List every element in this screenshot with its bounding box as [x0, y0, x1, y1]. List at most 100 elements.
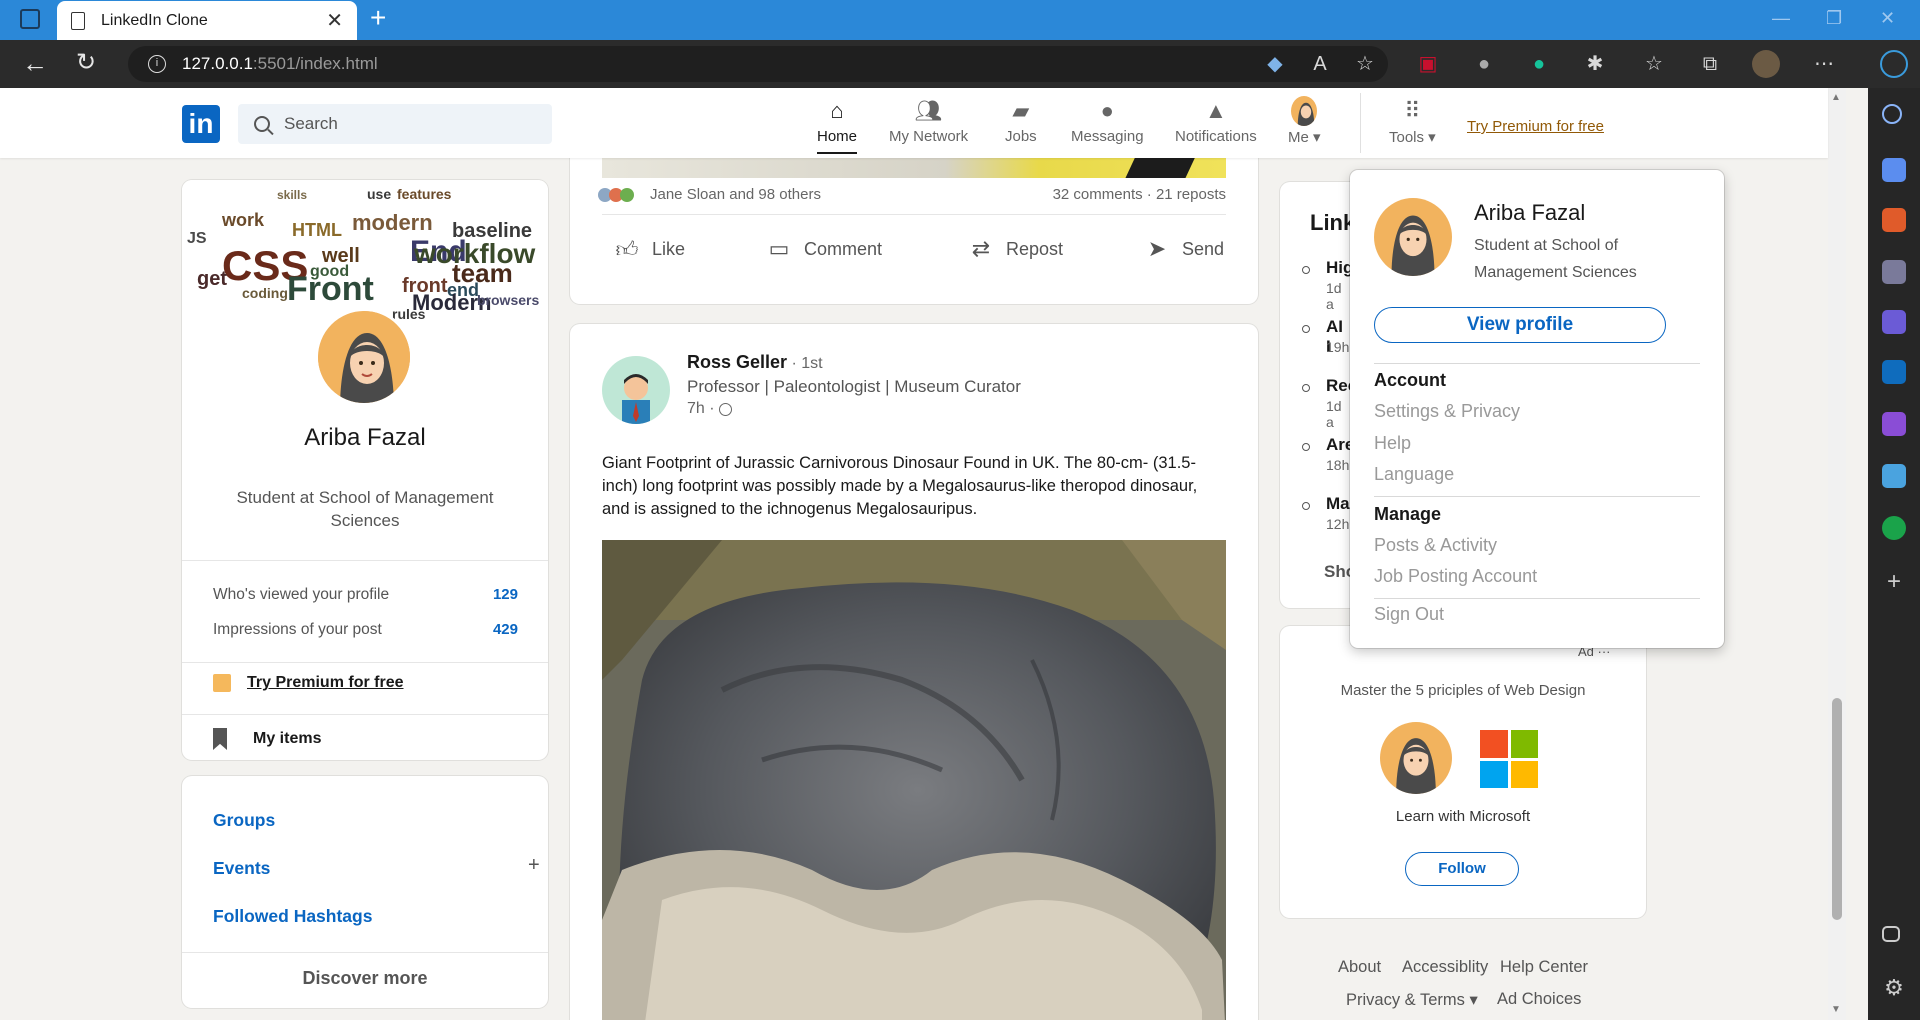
read-aloud-icon[interactable]: A [1308, 52, 1332, 76]
job-posting-account-link[interactable]: Job Posting Account [1374, 566, 1537, 587]
bing-icon[interactable] [1880, 50, 1908, 78]
send-button[interactable]: ➤ Send [1144, 236, 1224, 262]
stat-post-impressions[interactable]: Impressions of your post 429 [213, 621, 518, 639]
favorite-add-icon[interactable]: ☆ [1353, 52, 1377, 76]
reactions-summary[interactable]: Jane Sloan and 98 others [598, 186, 821, 203]
footer-accessibility-link[interactable]: Accessiblity [1402, 958, 1488, 977]
like-button[interactable]: 👍︎ Like [614, 236, 686, 262]
manage-heading: Manage [1374, 504, 1442, 524]
games-icon[interactable] [1882, 260, 1906, 284]
nav-jobs[interactable]: ▰ Jobs [1005, 98, 1037, 154]
groups-link[interactable]: Groups [213, 810, 275, 831]
tag-icon[interactable]: ◆ [1263, 52, 1287, 76]
shopping-icon[interactable] [1882, 158, 1906, 182]
close-tab-icon[interactable]: ✕ [326, 8, 343, 33]
footer-help-center-link[interactable]: Help Center [1500, 958, 1588, 977]
nav-notifications[interactable]: ▲ Notifications [1175, 98, 1257, 154]
posts-activity-link[interactable]: Posts & Activity [1374, 535, 1497, 556]
comment-icon: ▭ [768, 236, 790, 261]
events-link[interactable]: Events [213, 858, 270, 879]
more-icon[interactable]: ⋯ [1812, 52, 1836, 76]
send-icon[interactable] [1882, 464, 1906, 488]
nav-messaging[interactable]: ● Messaging [1071, 98, 1144, 154]
browser-titlebar: LinkedIn Clone ✕ + — ❐ ✕ [0, 0, 1920, 40]
scroll-thumb[interactable] [1832, 698, 1842, 920]
news-item-title: Ma [1326, 494, 1350, 513]
view-profile-button[interactable]: View profile [1374, 307, 1666, 343]
nav-label: Notifications [1175, 128, 1257, 145]
chat-icon: ● [1100, 98, 1114, 123]
add-event-icon[interactable]: + [528, 854, 540, 877]
grammarly-icon[interactable]: ● [1527, 52, 1551, 76]
collections-icon[interactable]: ⧉ [1698, 52, 1722, 76]
new-tab-icon[interactable]: + [370, 2, 386, 34]
footer-ad-choices-link[interactable]: Ad Choices [1497, 990, 1581, 1009]
outlook-icon[interactable] [1882, 360, 1906, 384]
followed-hashtags-link[interactable]: Followed Hashtags [213, 906, 372, 927]
profile-name[interactable]: Ariba Fazal [182, 424, 548, 452]
restore-icon[interactable]: ❐ [1826, 8, 1842, 29]
grid-icon: ⠿ [1404, 98, 1421, 123]
favorites-icon[interactable]: ☆ [1642, 52, 1666, 76]
nav-tools[interactable]: ⠿ Tools ▾ [1389, 98, 1436, 154]
footer-privacy-terms-link[interactable]: Privacy & Terms ▾ [1346, 990, 1478, 1010]
repost-button[interactable]: ⇄ Repost [968, 236, 1063, 262]
ad-user-avatar [1380, 722, 1452, 794]
repost-label: Repost [1006, 238, 1064, 259]
help-link[interactable]: Help [1374, 433, 1411, 454]
extension-icon[interactable]: ● [1472, 52, 1496, 76]
author-name[interactable]: Ross Geller [687, 352, 787, 372]
post-counts[interactable]: 32 comments · 21 reposts [1053, 186, 1226, 203]
footer-about-link[interactable]: About [1338, 958, 1381, 977]
scroll-up-icon[interactable]: ▲ [1831, 92, 1841, 103]
post-image[interactable] [602, 540, 1226, 1020]
author-avatar[interactable] [602, 356, 670, 424]
my-items-row[interactable]: My items [213, 728, 321, 750]
author-line: Ross Geller · 1st [687, 352, 823, 373]
extension-icon[interactable]: ▣ [1416, 52, 1440, 76]
add-icon[interactable]: + [1882, 570, 1906, 594]
close-window-icon[interactable]: ✕ [1880, 8, 1895, 29]
browser-profile-avatar[interactable] [1752, 50, 1780, 78]
profile-avatar[interactable] [315, 308, 413, 406]
settings-icon[interactable]: ⚙ [1882, 976, 1906, 1000]
linkedin-logo[interactable]: in [182, 105, 220, 143]
nav-my-network[interactable]: 👥︎ My Network [889, 98, 968, 154]
news-item-meta: 1d a [1326, 398, 1342, 430]
sidebar-toggle-icon[interactable] [20, 9, 40, 29]
nav-me[interactable]: Me ▾ [1288, 96, 1321, 154]
dropdown-headline: Student at School of Management Sciences [1474, 237, 1637, 281]
panel-icon[interactable] [1882, 926, 1900, 942]
stat-profile-views[interactable]: Who's viewed your profile 129 [213, 586, 518, 604]
news-item-meta: 1d a [1326, 280, 1342, 312]
comment-button[interactable]: ▭ Comment [766, 236, 882, 262]
language-link[interactable]: Language [1374, 464, 1454, 485]
designer-icon[interactable] [1882, 412, 1906, 436]
try-premium-header-link[interactable]: Try Premium for free [1467, 118, 1604, 135]
search-input[interactable]: Search [238, 104, 552, 144]
site-info-icon[interactable]: i [148, 55, 166, 73]
news-title: Link [1310, 210, 1356, 235]
nav-home[interactable]: ⌂ Home [817, 98, 858, 154]
settings-privacy-link[interactable]: Settings & Privacy [1374, 401, 1520, 422]
tree-icon[interactable] [1882, 516, 1906, 540]
try-premium-link[interactable]: Try Premium for free [247, 674, 404, 692]
briefcase-icon: ▰ [1012, 98, 1030, 123]
tools-icon[interactable] [1882, 208, 1906, 232]
discover-more-button[interactable]: Discover more [182, 968, 548, 989]
address-bar[interactable]: i 127.0.0.1:5501/index.html [128, 46, 1388, 82]
try-premium-row[interactable]: Try Premium for free [213, 674, 404, 692]
page-scrollbar[interactable]: ▲ ▼ [1828, 88, 1846, 1020]
follow-button[interactable]: Follow [1405, 852, 1519, 886]
minimize-icon[interactable]: — [1772, 8, 1790, 29]
copilot-icon[interactable] [1882, 310, 1906, 334]
back-icon[interactable]: ← [22, 48, 48, 79]
extensions-icon[interactable]: ✱ [1583, 52, 1607, 76]
refresh-icon[interactable]: ↻ [76, 48, 96, 77]
sign-out-link[interactable]: Sign Out [1374, 604, 1444, 625]
browser-tab[interactable]: LinkedIn Clone ✕ [57, 1, 357, 40]
scroll-down-icon[interactable]: ▼ [1831, 1004, 1841, 1015]
search-icon[interactable] [1882, 104, 1902, 124]
connection-degree: · 1st [787, 355, 823, 372]
ad-title: Master the 5 priciples of Web Design [1340, 682, 1586, 699]
